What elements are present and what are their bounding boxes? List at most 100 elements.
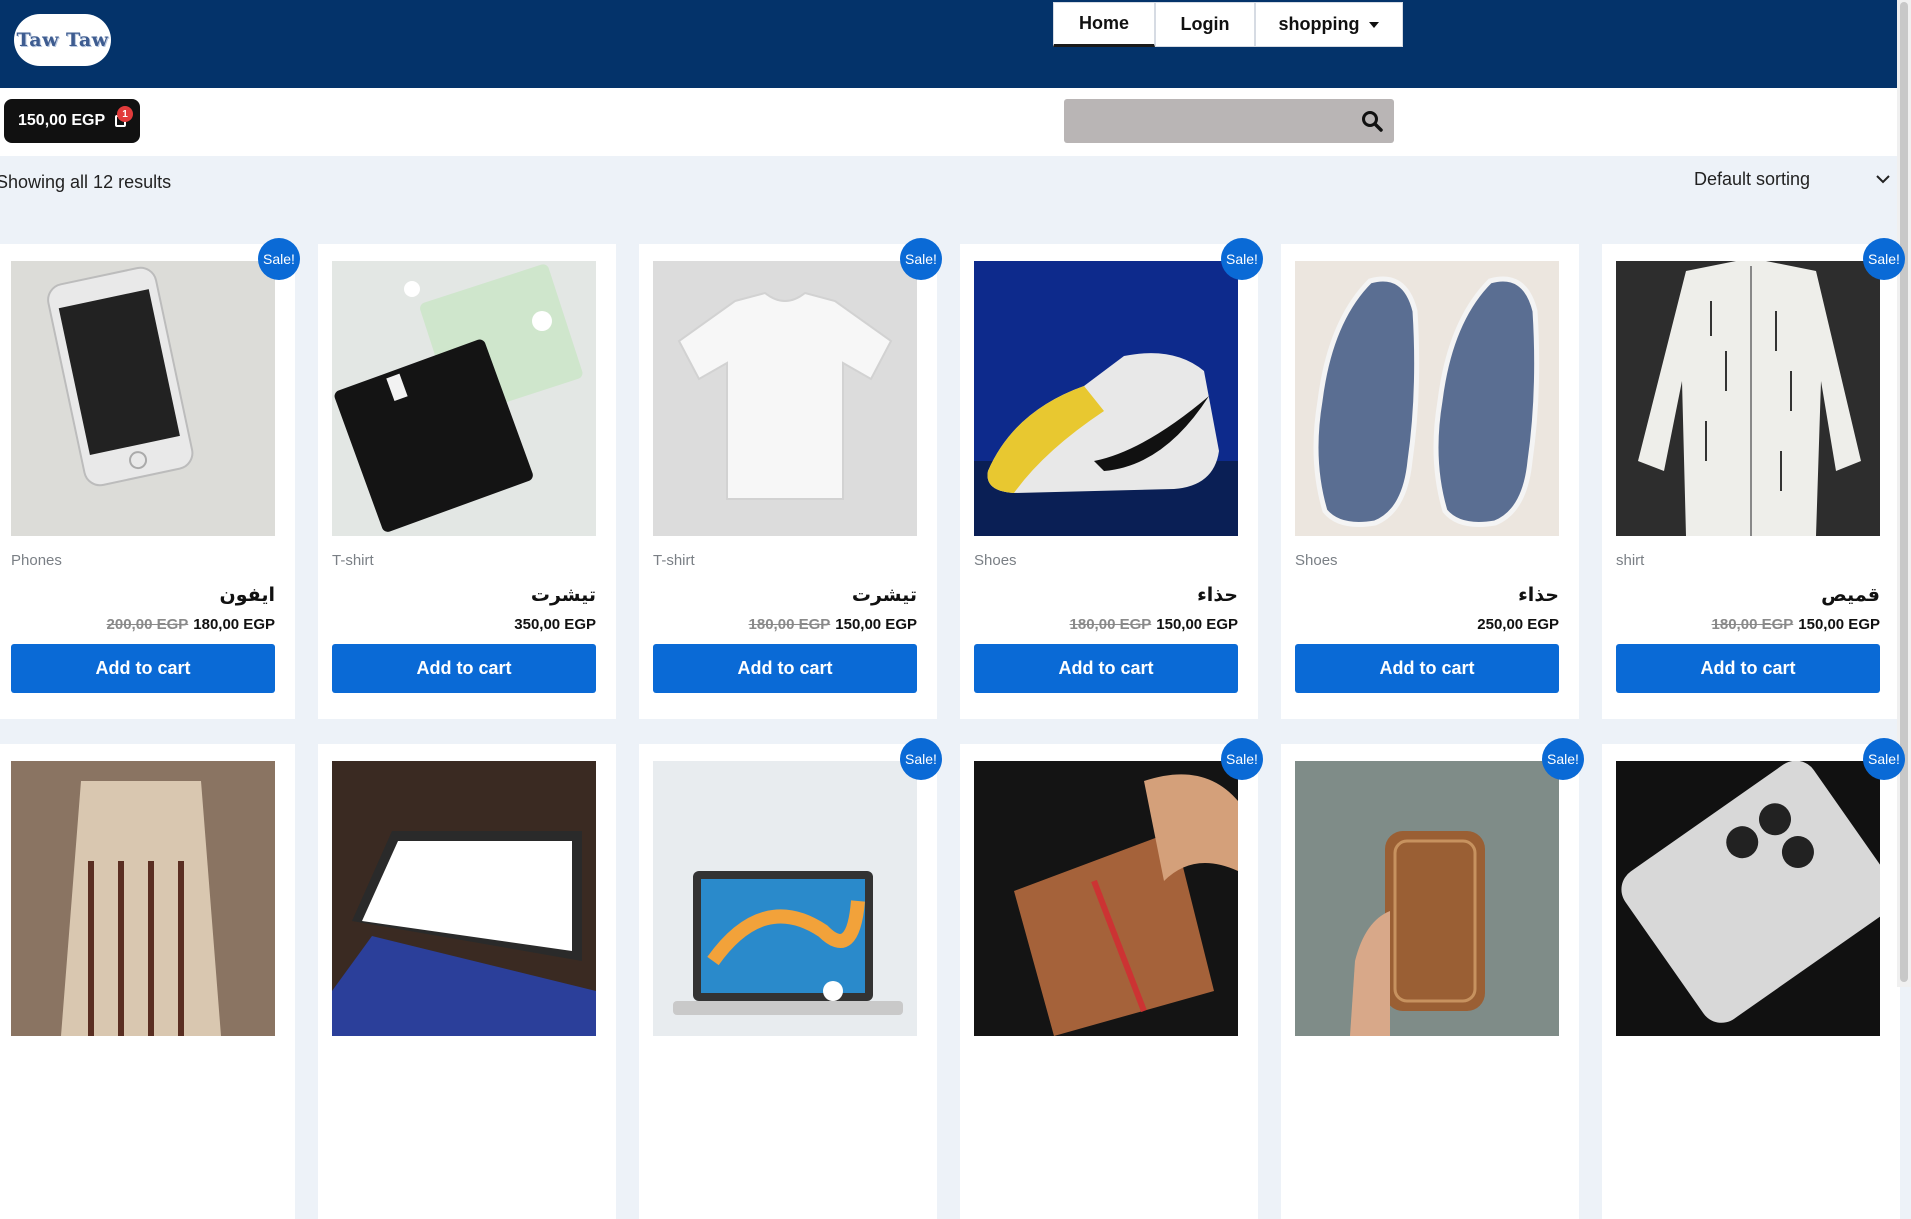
add-to-cart-button[interactable]: Add to cart bbox=[332, 644, 596, 693]
chevron-down-icon bbox=[1369, 21, 1380, 28]
product-card bbox=[318, 744, 616, 1219]
current-price: 150,00 EGP bbox=[835, 616, 917, 633]
site-logo[interactable]: Taw Taw bbox=[14, 14, 111, 66]
nav-home[interactable]: Home bbox=[1053, 2, 1155, 47]
sneakers-image-icon bbox=[1295, 261, 1559, 536]
product-category: Shoes bbox=[974, 552, 1017, 569]
product-price: 180,00 EGP 150,00 EGP bbox=[749, 616, 917, 633]
product-image[interactable] bbox=[11, 761, 275, 1036]
product-image[interactable] bbox=[653, 261, 917, 536]
old-price: 200,00 EGP bbox=[106, 616, 189, 633]
scrollbar-thumb[interactable] bbox=[1900, 2, 1908, 982]
product-price: 250,00 EGP bbox=[1477, 616, 1559, 633]
product-image[interactable] bbox=[653, 761, 917, 1036]
sneaker-image-icon bbox=[974, 261, 1238, 536]
search-box bbox=[1064, 99, 1394, 143]
product-card: Sale! bbox=[639, 738, 942, 1219]
add-to-cart-button[interactable]: Add to cart bbox=[974, 644, 1238, 693]
product-image[interactable] bbox=[11, 261, 275, 536]
sale-badge: Sale! bbox=[1542, 738, 1584, 780]
current-price: 250,00 EGP bbox=[1477, 616, 1559, 633]
product-image[interactable] bbox=[974, 261, 1238, 536]
product-card: Sale! T-shirt تيشرت 180,00 EGP 150,00 EGP… bbox=[639, 238, 942, 719]
product-image[interactable] bbox=[332, 761, 596, 1036]
laptop-image-icon bbox=[332, 761, 596, 1036]
product-card: Sale! Phones ايفون 200,00 EGP 180,00 EGP … bbox=[0, 238, 300, 719]
current-price: 150,00 EGP bbox=[1156, 616, 1238, 633]
product-price: 180,00 EGP 150,00 EGP bbox=[1712, 616, 1880, 633]
add-to-cart-button[interactable]: Add to cart bbox=[1616, 644, 1880, 693]
product-card: Sale! bbox=[1602, 738, 1905, 1219]
cart-button[interactable]: 150,00 EGP bbox=[4, 99, 140, 143]
product-price: 180,00 EGP 150,00 EGP bbox=[1070, 616, 1238, 633]
current-price: 180,00 EGP bbox=[193, 616, 275, 633]
sale-badge: Sale! bbox=[900, 238, 942, 280]
product-image[interactable] bbox=[332, 261, 596, 536]
product-category: Phones bbox=[11, 552, 62, 569]
product-image[interactable] bbox=[1295, 261, 1559, 536]
shirt-image-icon bbox=[1616, 261, 1880, 536]
product-title[interactable]: تيشرت bbox=[531, 584, 596, 607]
sale-badge: Sale! bbox=[900, 738, 942, 780]
scrollbar[interactable] bbox=[1897, 0, 1911, 987]
product-title[interactable]: قميص bbox=[1821, 584, 1880, 607]
sorting-select[interactable]: Default sorting bbox=[1694, 166, 1890, 192]
laptop-image-icon bbox=[653, 761, 917, 1036]
add-to-cart-button[interactable]: Add to cart bbox=[653, 644, 917, 693]
product-price: 200,00 EGP 180,00 EGP bbox=[107, 616, 275, 633]
chevron-down-icon bbox=[1876, 174, 1890, 183]
product-image[interactable] bbox=[974, 761, 1238, 1036]
nav-shopping-label: shopping bbox=[1278, 14, 1360, 34]
wallet-image-icon bbox=[974, 761, 1238, 1036]
top-header: Taw Taw Home Login shopping bbox=[0, 0, 1897, 88]
add-to-cart-button[interactable]: Add to cart bbox=[1295, 644, 1559, 693]
wallet-image-icon bbox=[1295, 761, 1559, 1036]
tshirt-image-icon bbox=[332, 261, 596, 536]
current-price: 350,00 EGP bbox=[514, 616, 596, 633]
cart-count-badge: 1 bbox=[117, 106, 133, 122]
old-price: 180,00 EGP bbox=[1711, 616, 1794, 633]
product-category: T-shirt bbox=[332, 552, 374, 569]
cart-total: 150,00 EGP bbox=[18, 112, 106, 129]
nav-shopping[interactable]: shopping bbox=[1255, 2, 1403, 47]
product-price: 350,00 EGP bbox=[514, 616, 596, 633]
product-grid: Sale! Phones ايفون 200,00 EGP 180,00 EGP … bbox=[0, 238, 1911, 1219]
product-card: Sale! bbox=[1281, 738, 1584, 1219]
dress-image-icon bbox=[11, 761, 275, 1036]
phone-image-icon bbox=[1616, 761, 1880, 1036]
search-input[interactable] bbox=[1064, 99, 1344, 143]
product-title[interactable]: ايفون bbox=[220, 584, 275, 607]
product-category: T-shirt bbox=[653, 552, 695, 569]
product-category: shirt bbox=[1616, 552, 1645, 569]
nav-login[interactable]: Login bbox=[1155, 2, 1255, 47]
sale-badge: Sale! bbox=[1863, 738, 1905, 780]
sale-badge: Sale! bbox=[258, 238, 300, 280]
product-category: Shoes bbox=[1295, 552, 1338, 569]
add-to-cart-button[interactable]: Add to cart bbox=[11, 644, 275, 693]
product-title[interactable]: حذاء bbox=[1197, 584, 1238, 607]
search-icon[interactable] bbox=[1360, 109, 1384, 133]
product-title[interactable]: حذاء bbox=[1518, 584, 1559, 607]
sorting-label: Default sorting bbox=[1694, 168, 1811, 189]
current-price: 150,00 EGP bbox=[1798, 616, 1880, 633]
product-card: Sale! bbox=[960, 738, 1263, 1219]
product-card bbox=[0, 744, 295, 1219]
product-card: T-shirt تيشرت 350,00 EGP Add to cart bbox=[318, 244, 616, 719]
sale-badge: Sale! bbox=[1221, 238, 1263, 280]
product-image[interactable] bbox=[1616, 261, 1880, 536]
product-card: Sale! Shoes حذاء 180,00 EGP 150,00 EGP Ad… bbox=[960, 238, 1263, 719]
product-title[interactable]: تيشرت bbox=[852, 584, 917, 607]
product-card: Sale! shirt قميص 180,00 EGP 150,00 EGP Ad… bbox=[1602, 238, 1905, 719]
product-image[interactable] bbox=[1616, 761, 1880, 1036]
old-price: 180,00 EGP bbox=[1069, 616, 1152, 633]
utility-bar bbox=[0, 88, 1897, 156]
sale-badge: Sale! bbox=[1221, 738, 1263, 780]
sale-badge: Sale! bbox=[1863, 238, 1905, 280]
phone-image-icon bbox=[11, 261, 275, 536]
old-price: 180,00 EGP bbox=[748, 616, 831, 633]
main-nav: Home Login shopping bbox=[1053, 2, 1403, 47]
results-count: Showing all 12 results bbox=[0, 172, 172, 192]
product-card: Shoes حذاء 250,00 EGP Add to cart bbox=[1281, 244, 1579, 719]
product-image[interactable] bbox=[1295, 761, 1559, 1036]
tshirt-image-icon bbox=[653, 261, 917, 536]
